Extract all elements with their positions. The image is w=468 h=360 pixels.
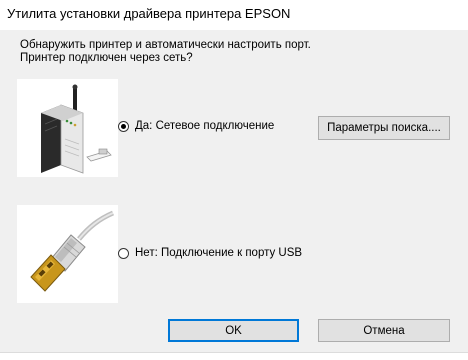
- ok-button[interactable]: OK: [168, 319, 299, 342]
- prompt-line-2: Принтер подключен через сеть?: [20, 52, 193, 64]
- usb-cable-icon: [17, 205, 118, 303]
- prompt-line-1: Обнаружить принтер и автоматически настр…: [20, 39, 311, 51]
- cancel-button[interactable]: Отмена: [318, 319, 450, 342]
- radio-usb-connection[interactable]: Нет: Подключение к порту USB: [118, 247, 302, 259]
- search-parameters-button[interactable]: Параметры поиска....: [318, 116, 450, 140]
- radio-button-network[interactable]: [118, 120, 129, 132]
- title-bar: Утилита установки драйвера принтера EPSO…: [0, 0, 468, 30]
- radio-label-usb: Нет: Подключение к порту USB: [135, 247, 303, 259]
- radio-button-usb[interactable]: [118, 247, 129, 259]
- window-title: Утилита установки драйвера принтера EPSO…: [7, 6, 291, 21]
- prompt-text: Обнаружить принтер и автоматически настр…: [20, 39, 311, 65]
- radio-network-connection[interactable]: Да: Сетевое подключение: [118, 120, 274, 132]
- network-router-icon: [17, 79, 118, 177]
- radio-label-network: Да: Сетевое подключение: [135, 120, 275, 132]
